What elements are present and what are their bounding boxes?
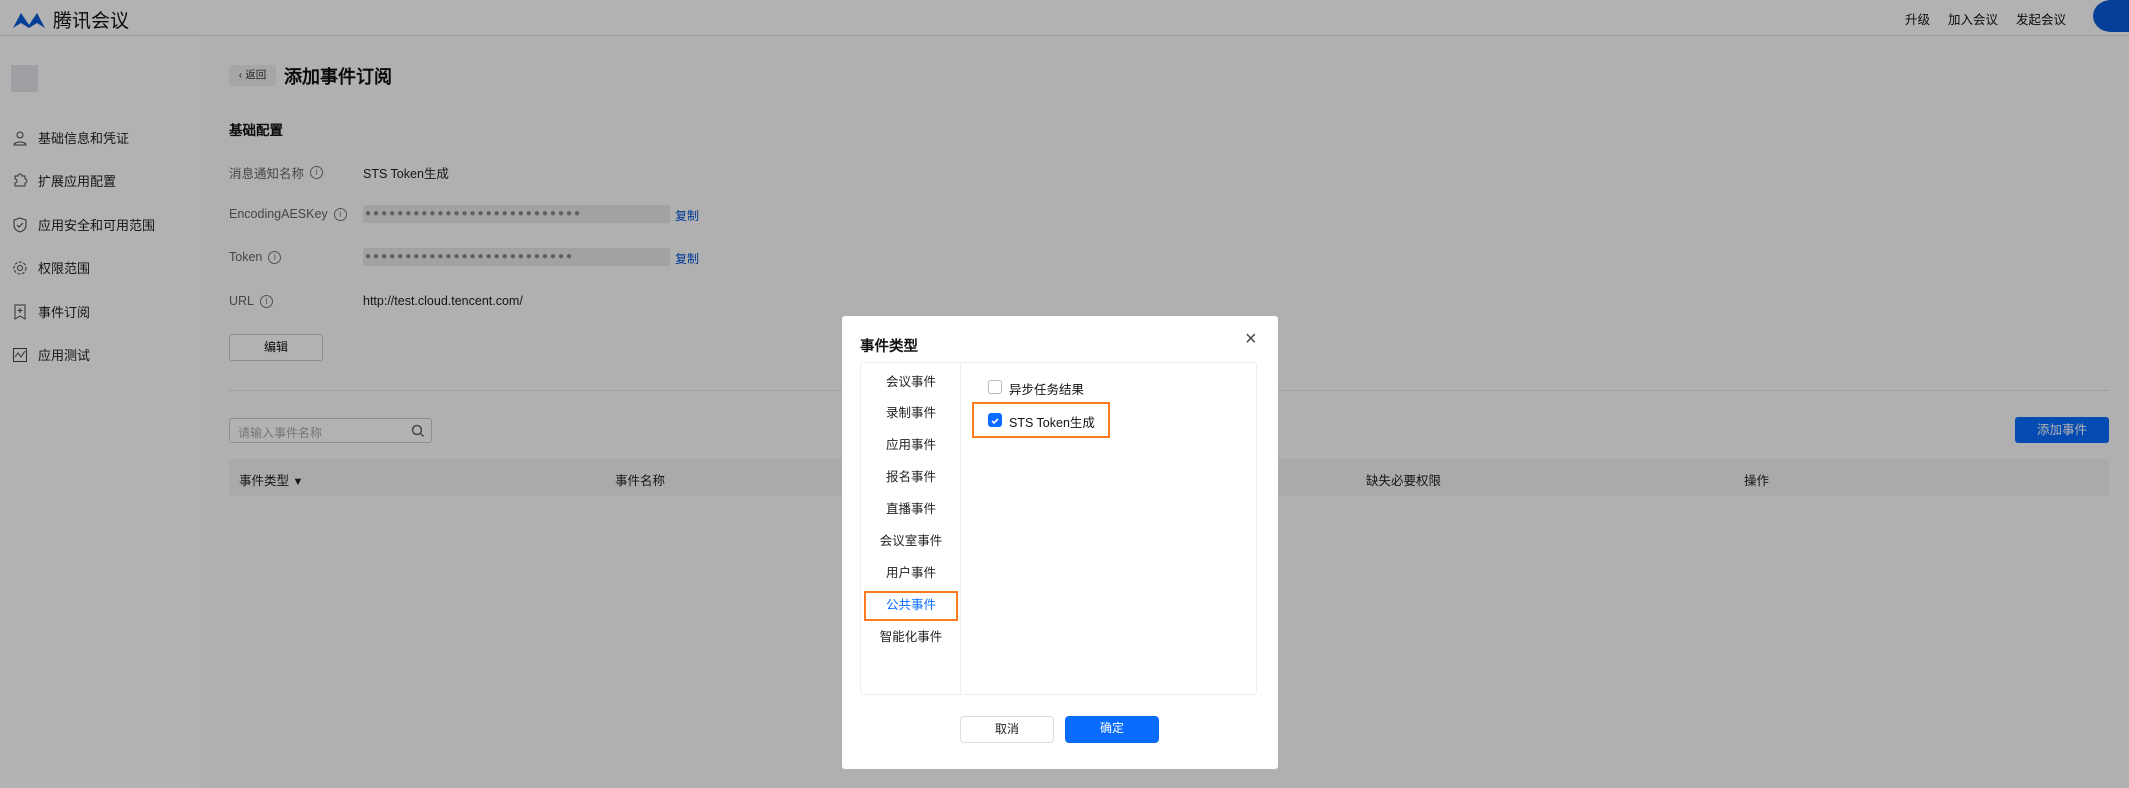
- category-registration[interactable]: 报名事件: [864, 463, 958, 491]
- category-meeting-room[interactable]: 会议室事件: [864, 527, 958, 555]
- modal-title: 事件类型: [860, 339, 918, 355]
- category-application[interactable]: 应用事件: [864, 431, 958, 459]
- confirm-button[interactable]: 确定: [1065, 716, 1159, 743]
- cancel-button[interactable]: 取消: [960, 716, 1054, 743]
- highlight-box: [864, 591, 958, 621]
- event-async-task-result-label: 异步任务结果: [1009, 383, 1085, 397]
- category-intelligent[interactable]: 智能化事件: [864, 623, 958, 651]
- close-icon[interactable]: ×: [1245, 328, 1257, 351]
- category-live[interactable]: 直播事件: [864, 495, 958, 523]
- modal-column-divider: [960, 362, 961, 695]
- category-recording[interactable]: 录制事件: [864, 399, 958, 427]
- category-user[interactable]: 用户事件: [864, 559, 958, 587]
- checkbox-async-task-result[interactable]: [988, 380, 1002, 394]
- category-meeting[interactable]: 会议事件: [864, 368, 958, 396]
- highlight-box: [972, 402, 1110, 438]
